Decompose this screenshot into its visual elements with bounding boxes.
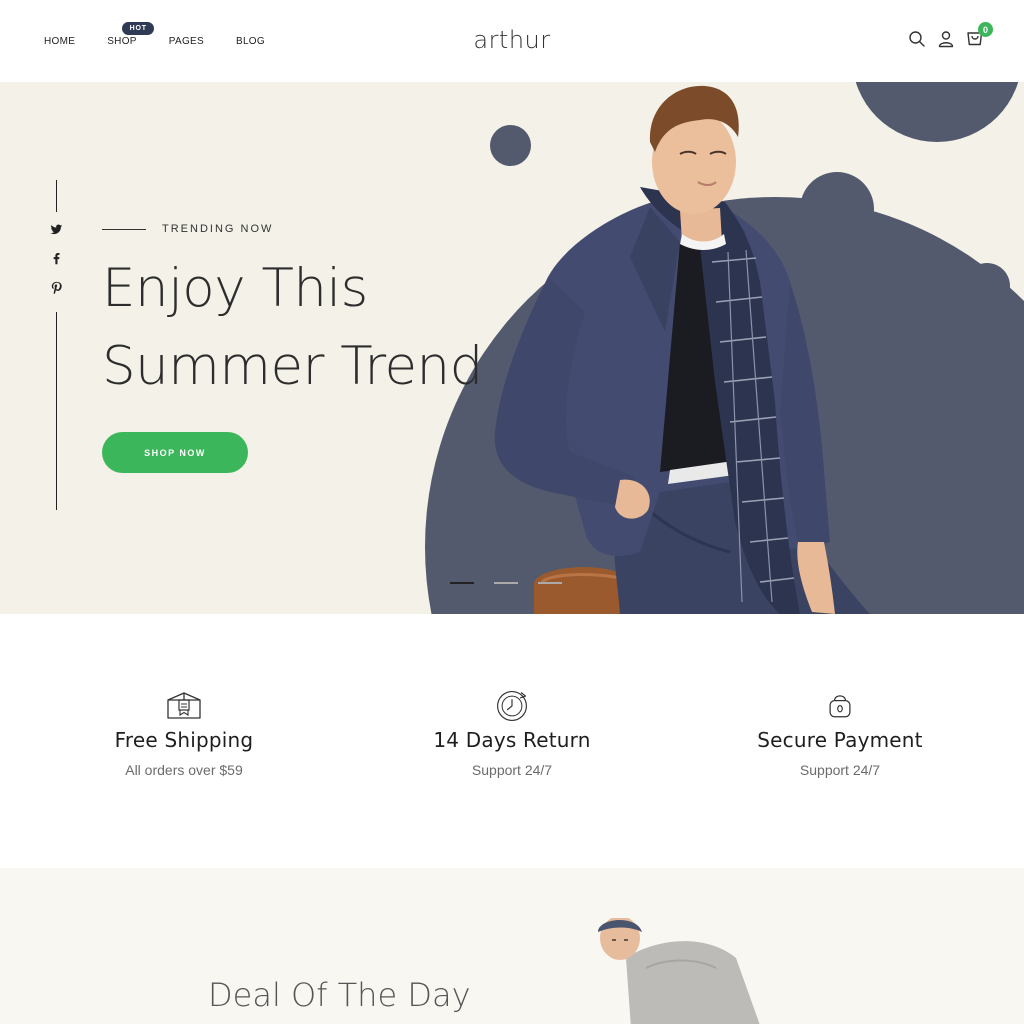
facebook-icon[interactable]	[50, 252, 63, 265]
hero-slider: TRENDING NOW Enjoy This Summer Trend SHO…	[0, 82, 1024, 614]
shop-now-button[interactable]: SHOP NOW	[102, 432, 248, 473]
twitter-icon[interactable]	[50, 223, 63, 236]
feature-title: Secure Payment	[757, 728, 923, 752]
slider-pagination	[450, 582, 562, 584]
lock-icon	[829, 695, 851, 718]
eyebrow-text: TRENDING NOW	[162, 223, 274, 235]
deal-model-image	[598, 918, 760, 1024]
box-icon	[167, 692, 201, 719]
hero-title: Enjoy This Summer Trend	[102, 250, 483, 406]
features-section: Free Shipping All orders over $59 14 Day…	[0, 614, 1024, 868]
social-divider-bottom	[56, 312, 57, 510]
site-logo[interactable]: arthur	[0, 26, 1024, 54]
feature-subtitle: Support 24/7	[799, 762, 881, 778]
return-clock-icon	[497, 691, 527, 721]
slider-dot-2[interactable]	[494, 582, 518, 584]
hero-title-line1: Enjoy This	[102, 258, 368, 319]
site-header: HOME SHOP HOT PAGES BLOG arthur 0	[0, 0, 1024, 82]
pinterest-icon[interactable]	[50, 281, 63, 294]
feature-secure-payment: Secure Payment Support 24/7	[720, 688, 960, 778]
search-icon[interactable]	[908, 30, 926, 48]
header-actions: 0	[908, 22, 993, 48]
feature-subtitle: All orders over $59	[125, 762, 243, 778]
social-links	[50, 223, 63, 294]
deal-title: Deal Of The Day	[208, 976, 471, 1014]
slider-dot-1[interactable]	[450, 582, 474, 584]
hero-eyebrow: TRENDING NOW	[102, 223, 273, 235]
feature-title: 14 Days Return	[433, 728, 591, 752]
hero-title-line2: Summer Trend	[102, 336, 483, 397]
feature-subtitle: Support 24/7	[471, 762, 553, 778]
cart-button[interactable]: 0	[966, 22, 993, 48]
deal-of-the-day-section: Deal Of The Day	[0, 868, 1024, 1024]
cart-count-badge: 0	[978, 22, 993, 37]
feature-title: Free Shipping	[114, 728, 254, 752]
hero-model-image	[494, 85, 870, 614]
slider-dot-3[interactable]	[538, 582, 562, 584]
user-icon[interactable]	[937, 30, 955, 48]
decor-circle-right	[964, 263, 1010, 309]
feature-free-shipping: Free Shipping All orders over $59	[64, 688, 304, 778]
social-divider-top	[56, 180, 57, 212]
eyebrow-dash	[102, 228, 146, 230]
feature-14-days-return: 14 Days Return Support 24/7	[392, 688, 632, 778]
